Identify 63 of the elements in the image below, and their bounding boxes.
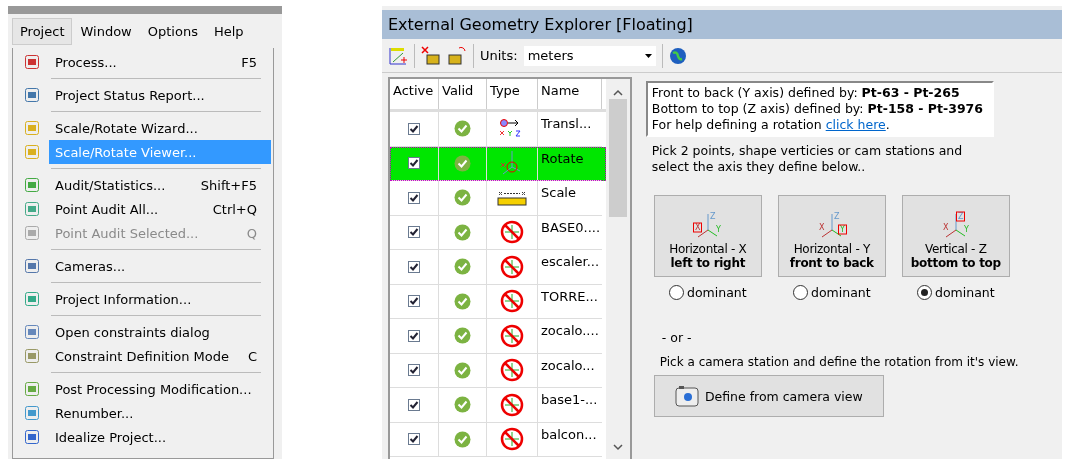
checkbox[interactable]: [408, 398, 420, 411]
menu-item[interactable]: Cameras...: [49, 254, 271, 278]
column-header[interactable]: Valid: [439, 79, 487, 109]
axis-definition-text: Bottom to top (Z axis) defined by: Pt-158 - Pt-3976: [651, 101, 984, 117]
menu-bar-item[interactable]: Window: [72, 17, 140, 45]
name-cell: Transl...: [538, 112, 602, 147]
menu-item[interactable]: Scale/Rotate Wizard...: [49, 116, 271, 140]
units-dropdown[interactable]: meters: [523, 45, 656, 66]
column-header[interactable]: Type: [487, 79, 538, 109]
open-folder-icon[interactable]: [447, 45, 467, 66]
checkbox[interactable]: [408, 329, 420, 342]
name-cell: balcon...: [538, 422, 602, 457]
menu-item[interactable]: Process... F5: [49, 50, 271, 74]
axis-button[interactable]: Z X Y Vertical - Z bottom to top: [901, 195, 1010, 277]
menu-item[interactable]: Post Processing Modification...: [49, 377, 271, 401]
name-cell: escaler...: [538, 250, 602, 285]
axis-button[interactable]: Z X Y Horizontal - X left to right: [653, 195, 762, 277]
camera-view-button[interactable]: Define from camera view: [653, 375, 884, 417]
column-header[interactable]: Name: [538, 79, 602, 109]
menu-item[interactable]: Idealize Project...: [49, 425, 271, 449]
menu-item[interactable]: Project Information...: [49, 287, 271, 311]
menu-item[interactable]: Point Audit All... Ctrl+Q: [49, 197, 271, 221]
or-text: - or -: [661, 330, 693, 345]
scrollbar-thumb[interactable]: [608, 99, 627, 217]
checkbox[interactable]: [408, 433, 420, 446]
dominant-radio[interactable]: dominant: [669, 285, 747, 300]
scrollbar[interactable]: [605, 79, 630, 459]
checkbox[interactable]: [408, 364, 420, 377]
checkbox[interactable]: [408, 295, 420, 308]
globe-icon[interactable]: [668, 46, 687, 65]
checkbox[interactable]: [408, 226, 420, 239]
checkbox[interactable]: [408, 260, 420, 273]
instructions-text: Pick 2 points, shape verticies or cam stations and select the axis they define below..: [651, 143, 964, 175]
help-text: For help defining a rotation click here.: [651, 117, 891, 133]
menu-item[interactable]: Constraint Definition Mode C: [49, 344, 271, 368]
dropdown-arrow-icon[interactable]: [644, 53, 652, 58]
checkbox[interactable]: [408, 157, 420, 170]
delete-folder-icon[interactable]: [421, 45, 441, 66]
table-row[interactable]: Rotate: [390, 146, 606, 181]
add-axis-icon[interactable]: [388, 45, 408, 66]
dominant-radio[interactable]: dominant: [793, 285, 871, 300]
axis-definition-text: Front to back (Y axis) defined by: Pt-63 - Pt-265: [651, 85, 961, 101]
window-title: External Geometry Explorer [Floating]: [382, 10, 1062, 40]
column-header[interactable]: Active: [390, 79, 439, 109]
scroll-down-icon[interactable]: [612, 443, 623, 451]
checkbox[interactable]: [408, 191, 420, 204]
checkbox[interactable]: [408, 122, 420, 135]
menu-bar-item[interactable]: Project: [12, 17, 73, 45]
name-cell: zocalo....: [538, 319, 602, 354]
menu-bar-item[interactable]: Options: [139, 17, 206, 45]
help-link[interactable]: click here: [825, 117, 886, 132]
axis-button[interactable]: Z X Y Horizontal - Y front to back: [777, 195, 886, 277]
menu-item[interactable]: Audit/Statistics... Shift+F5: [49, 173, 271, 197]
menu-item[interactable]: Renumber...: [49, 401, 271, 425]
menu-item[interactable]: Project Status Report...: [49, 83, 271, 107]
name-cell: Scale: [538, 181, 602, 216]
scroll-up-icon[interactable]: [612, 89, 623, 97]
menu-item[interactable]: Open constraints dialog: [49, 320, 271, 344]
dominant-radio[interactable]: dominant: [917, 285, 995, 300]
menu-bar-item[interactable]: Help: [205, 17, 252, 45]
name-cell: base1-...: [538, 388, 602, 423]
camera-instructions: Pick a camera station and define the rotation from it's view.: [659, 355, 1020, 369]
units-label: Units:: [480, 48, 518, 64]
